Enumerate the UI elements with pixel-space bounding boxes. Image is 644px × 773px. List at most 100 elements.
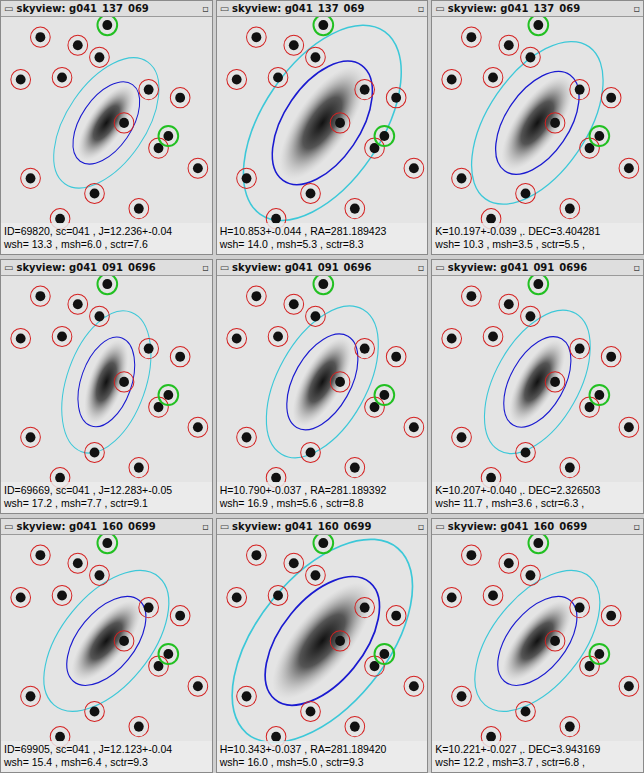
caption: ID=69669, sc=041 , J=12.283+-0.05wsh= 17…: [1, 482, 212, 513]
window-menu-button[interactable]: ▭: [435, 3, 444, 14]
skyview-window[interactable]: ▭ skyview: g041_137_069 ▫ K=10.197+-0.03…: [431, 0, 644, 255]
skyview-window[interactable]: ▭ skyview: g041_160_0699 ▫ ID=69905, sc=…: [0, 518, 213, 773]
skyview-window[interactable]: ▭ skyview: g041_091_0696 ▫ ID=69669, sc=…: [0, 259, 213, 514]
reference-marker: [590, 385, 610, 405]
skyview-window[interactable]: ▭ skyview: g041_137_069 ▫ H=10.853+-0.04…: [216, 0, 429, 255]
star-marker: [246, 27, 266, 47]
star-marker: [364, 138, 384, 158]
window-menu-button[interactable]: ▭: [220, 262, 229, 273]
star: [193, 163, 203, 173]
outer-ellipse: [217, 17, 428, 249]
skyview-window[interactable]: ▭ skyview: g041_137_069 ▫ ID=69820, sc=0…: [0, 0, 213, 255]
star-marker: [521, 47, 541, 67]
window-menu-button[interactable]: ▭: [435, 521, 444, 532]
star-marker: [188, 158, 208, 178]
window-close-button[interactable]: ▫: [633, 521, 640, 532]
reference-marker: [590, 126, 610, 146]
skyview-window[interactable]: ▭ skyview: g041_160_0699 ▫ K=10.221+-0.0…: [431, 518, 644, 773]
star: [534, 538, 544, 548]
star: [241, 691, 251, 701]
star: [26, 691, 36, 701]
window-menu-button[interactable]: ▭: [220, 3, 229, 14]
star: [310, 311, 320, 321]
window-title: skyview: g041_160_0699: [448, 521, 630, 532]
star: [251, 550, 261, 560]
star-marker: [580, 397, 600, 417]
star: [163, 390, 173, 400]
reference-marker: [159, 126, 179, 146]
skyview-window[interactable]: ▭ skyview: g041_091_0696 ▫ K=10.207+-0.0…: [431, 259, 644, 514]
star-marker: [305, 565, 325, 585]
star-marker: [570, 598, 590, 618]
sky-image: H=10.343+-0.037 , RA=281.189420wsh= 16.0…: [217, 535, 428, 772]
star-marker: [560, 717, 580, 737]
title-bar[interactable]: ▭ skyview: g041_137_069 ▫: [217, 1, 428, 17]
inner-ellipse: [243, 556, 401, 726]
window-menu-button[interactable]: ▭: [4, 262, 13, 273]
reference-marker: [159, 644, 179, 664]
star-marker: [452, 168, 472, 188]
star-marker: [462, 545, 482, 565]
title-bar[interactable]: ▭ skyview: g041_091_0696 ▫: [1, 260, 212, 276]
window-close-button[interactable]: ▫: [202, 521, 209, 532]
window-close-button[interactable]: ▫: [418, 521, 425, 532]
title-bar[interactable]: ▭ skyview: g041_137_069 ▫: [1, 1, 212, 17]
window-close-button[interactable]: ▫: [202, 262, 209, 273]
skyview-grid: ▭ skyview: g041_137_069 ▫ ID=69820, sc=0…: [0, 0, 644, 773]
window-menu-button[interactable]: ▭: [4, 521, 13, 532]
star: [119, 636, 129, 646]
star-marker: [129, 717, 149, 737]
title-bar[interactable]: ▭ skyview: g041_137_069 ▫: [432, 1, 643, 17]
star: [73, 40, 83, 50]
sky-overlay: [1, 17, 212, 254]
star-marker: [11, 328, 31, 348]
skyview-window[interactable]: ▭ skyview: g041_091_0696 ▫ H=10.790+-0.0…: [216, 259, 429, 514]
star-marker: [300, 183, 320, 203]
title-bar[interactable]: ▭ skyview: g041_160_0699 ▫: [217, 519, 428, 535]
star: [409, 163, 419, 173]
window-menu-button[interactable]: ▭: [435, 262, 444, 273]
star-marker: [516, 442, 536, 462]
star: [73, 558, 83, 568]
caption-line: wsh= 10.3 , msh=3.5 , sctr=5.5 ,: [435, 238, 640, 251]
window-close-button[interactable]: ▫: [202, 3, 209, 14]
star-marker: [345, 717, 365, 737]
star-marker: [31, 545, 51, 565]
caption-line: K=10.197+-0.039 ,. DEC=3.404281: [435, 225, 640, 238]
star: [595, 390, 605, 400]
star: [26, 432, 36, 442]
title-bar[interactable]: ▭ skyview: g041_160_0699 ▫: [1, 519, 212, 535]
star: [95, 570, 105, 580]
star: [289, 40, 299, 50]
star-marker: [21, 427, 41, 447]
caption-line: wsh= 16.9 , msh=5.6 , sctr=8.8: [220, 497, 425, 510]
reference-marker: [313, 17, 333, 35]
star: [90, 706, 100, 716]
star-marker: [139, 339, 159, 359]
star: [144, 603, 154, 613]
star: [163, 131, 173, 141]
inner-ellipse: [490, 325, 585, 439]
window-menu-button[interactable]: ▭: [220, 521, 229, 532]
window-close-button[interactable]: ▫: [633, 262, 640, 273]
star-marker: [330, 631, 350, 651]
star: [565, 722, 575, 732]
star-marker: [300, 442, 320, 462]
skyview-window[interactable]: ▭ skyview: g041_160_0699 ▫ H=10.343+-0.0…: [216, 518, 429, 773]
window-close-button[interactable]: ▫: [418, 3, 425, 14]
star-marker: [404, 676, 424, 696]
window-menu-button[interactable]: ▭: [4, 3, 13, 14]
star-marker: [386, 347, 406, 367]
star: [504, 40, 514, 50]
star: [565, 204, 575, 214]
star: [35, 550, 45, 560]
title-bar[interactable]: ▭ skyview: g041_160_0699 ▫: [432, 519, 643, 535]
window-close-button[interactable]: ▫: [418, 262, 425, 273]
star: [504, 558, 514, 568]
sky-overlay: [217, 276, 428, 513]
star: [575, 344, 585, 354]
window-close-button[interactable]: ▫: [633, 3, 640, 14]
title-bar[interactable]: ▭ skyview: g041_091_0696 ▫: [432, 260, 643, 276]
star: [624, 681, 634, 691]
title-bar[interactable]: ▭ skyview: g041_091_0696 ▫: [217, 260, 428, 276]
